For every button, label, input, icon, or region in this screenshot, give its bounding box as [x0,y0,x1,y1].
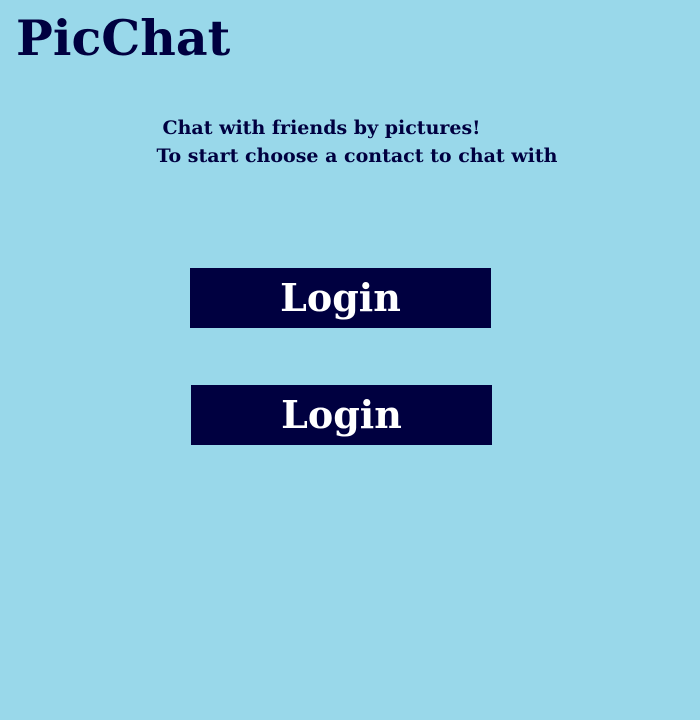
intro-line-1: Chat with friends by pictures! [162,117,481,139]
login-button-2[interactable]: Login [191,385,492,445]
intro-text: Chat with friends by pictures! To start … [0,114,700,170]
login-button-1[interactable]: Login [190,268,491,328]
intro-line-2: To start choose a contact to chat with [156,145,558,167]
app-title: PicChat [16,9,231,67]
